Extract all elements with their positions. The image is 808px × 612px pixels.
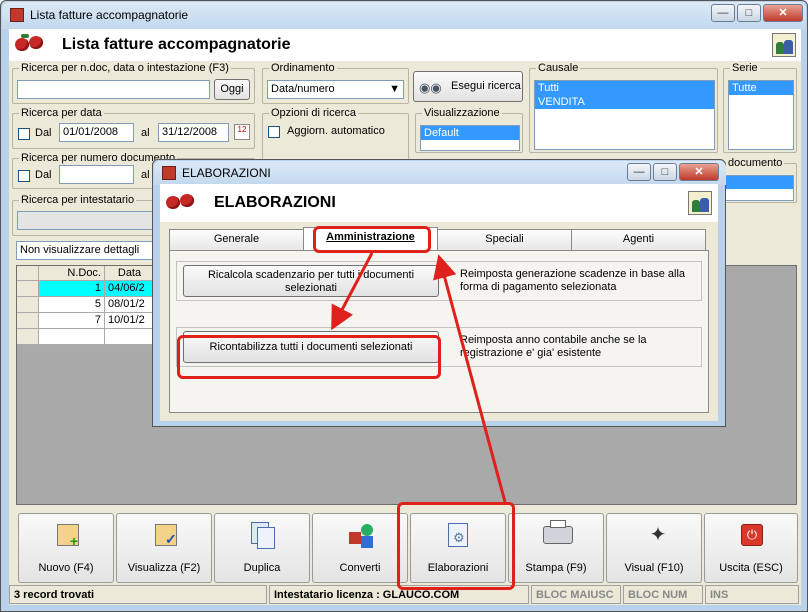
arrow-to-tab bbox=[433, 254, 507, 503]
arrow-to-button bbox=[331, 252, 374, 331]
annotation-arrows bbox=[331, 252, 507, 503]
